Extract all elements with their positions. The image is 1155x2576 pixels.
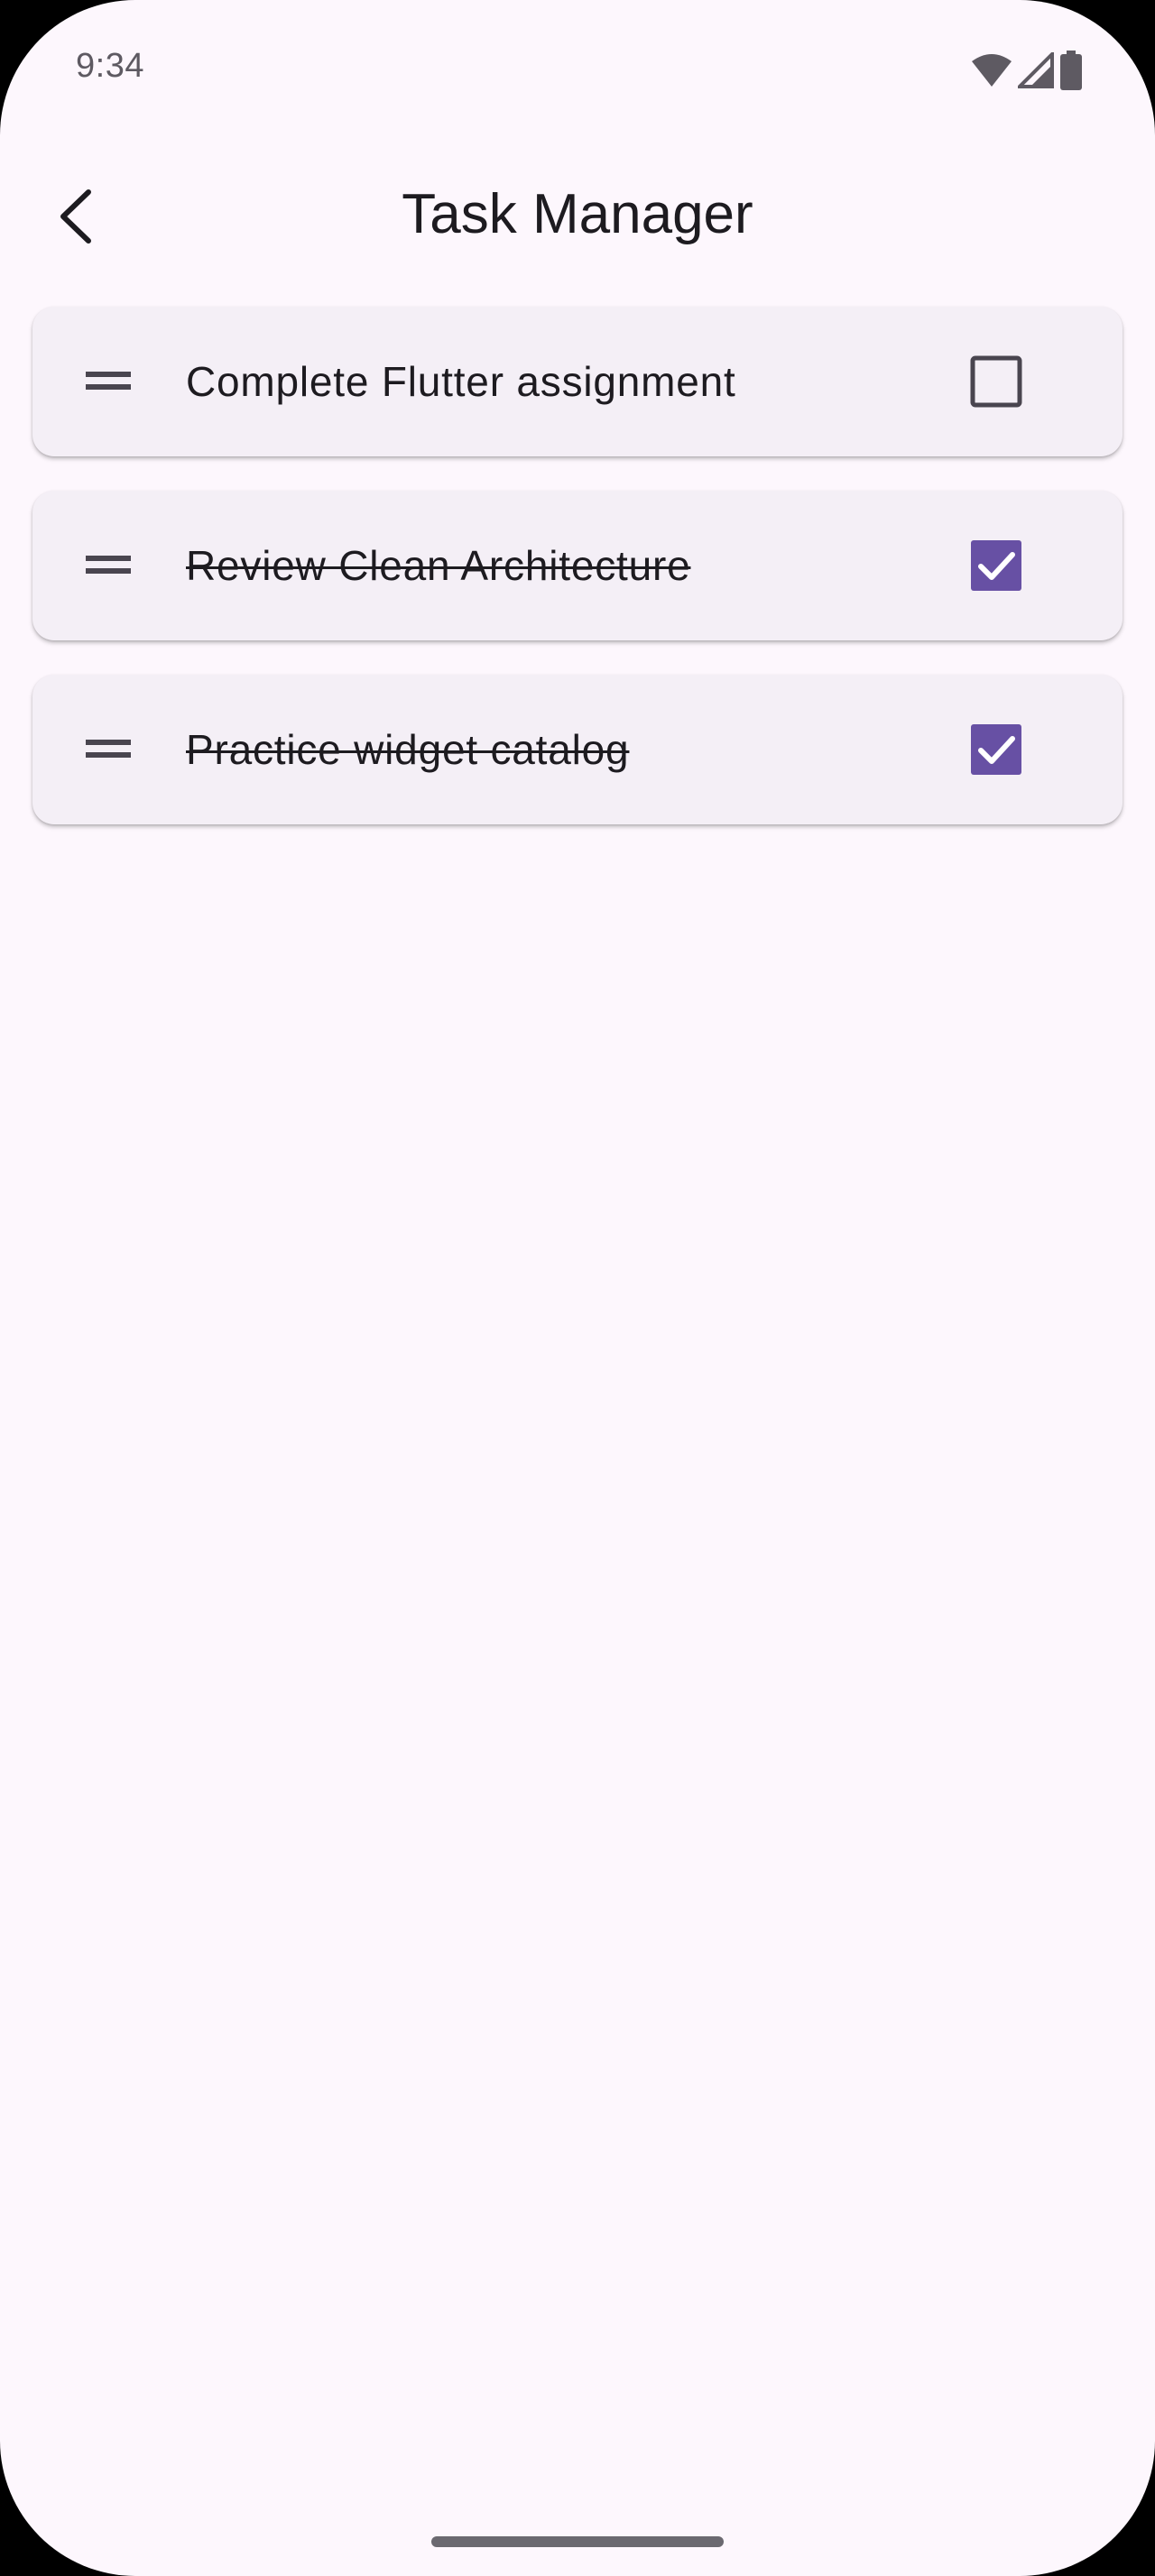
task-checkbox[interactable] bbox=[969, 354, 1023, 409]
gesture-nav-handle[interactable] bbox=[431, 2536, 724, 2547]
task-title: Review Clean Architecture bbox=[186, 542, 691, 589]
app-bar: Task Manager bbox=[0, 162, 1155, 267]
wifi-icon bbox=[971, 52, 1012, 88]
task-item[interactable]: Complete Flutter assignment bbox=[32, 307, 1123, 456]
battery-icon bbox=[1059, 51, 1083, 90]
task-title: Practice widget catalog bbox=[186, 726, 630, 773]
cellular-signal-icon bbox=[1018, 52, 1054, 88]
screen: 9:34 Task Manager Complete Flutter assig… bbox=[0, 0, 1155, 2576]
checkbox-checked-icon bbox=[971, 540, 1021, 591]
task-checkbox[interactable] bbox=[969, 722, 1023, 777]
task-item[interactable]: Practice widget catalog bbox=[32, 675, 1123, 824]
task-item[interactable]: Review Clean Architecture bbox=[32, 491, 1123, 640]
task-list: Complete Flutter assignment Review Clean… bbox=[32, 307, 1123, 859]
checkbox-checked-icon bbox=[971, 724, 1021, 775]
drag-handle-icon[interactable] bbox=[79, 541, 137, 590]
task-checkbox[interactable] bbox=[969, 538, 1023, 593]
task-title: Complete Flutter assignment bbox=[186, 358, 736, 405]
page-title: Task Manager bbox=[402, 183, 753, 245]
status-time: 9:34 bbox=[76, 47, 144, 85]
drag-handle-icon[interactable] bbox=[79, 357, 137, 406]
status-bar: 9:34 bbox=[0, 0, 1155, 135]
drag-handle-icon[interactable] bbox=[79, 725, 137, 774]
status-icons bbox=[971, 51, 1083, 90]
checkbox-unchecked-icon bbox=[970, 355, 1022, 408]
